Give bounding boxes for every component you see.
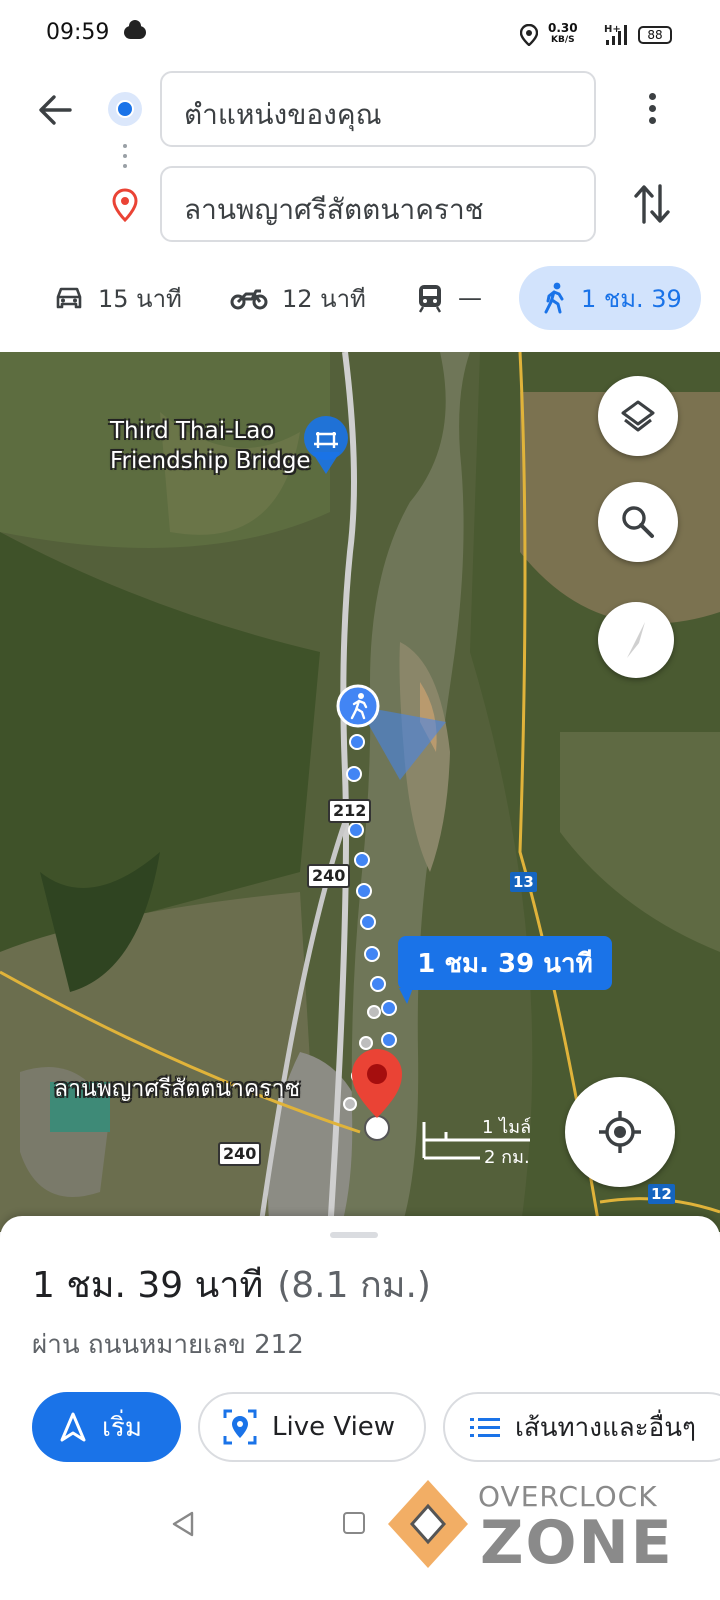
motorcycle-duration: 12 นาที xyxy=(282,284,366,313)
status-time: 09:59 xyxy=(46,20,110,45)
navigation-arrow-icon xyxy=(60,1412,86,1442)
route-duration: 1 ชม. 39 นาที xyxy=(32,1265,264,1306)
road-shield-240-lower: 240 xyxy=(218,1142,262,1166)
walk-duration: 1 ชม. 39 xyxy=(581,284,682,313)
compass-icon xyxy=(627,622,645,658)
tab-car[interactable]: 15 นาที xyxy=(54,266,182,330)
live-view-label: Live View xyxy=(272,1412,396,1442)
my-location-button[interactable] xyxy=(565,1077,675,1187)
highway-shield-13: 13 xyxy=(510,872,537,892)
battery-icon: 88 xyxy=(638,26,672,44)
car-icon xyxy=(56,287,82,309)
scale-miles: 1 ไมล์ xyxy=(482,1117,532,1138)
steps-label: เส้นทางและอื่นๆ xyxy=(515,1412,696,1443)
sheet-drag-handle[interactable] xyxy=(330,1232,378,1238)
nav-home-icon[interactable] xyxy=(343,1512,365,1534)
transit-icon xyxy=(418,285,442,313)
route-distance: (8.1 กม.) xyxy=(277,1265,431,1306)
scale-km: 2 กม. xyxy=(484,1147,530,1168)
layers-icon xyxy=(621,400,655,432)
search-button[interactable] xyxy=(598,482,678,562)
tab-motorcycle[interactable]: 12 นาที xyxy=(230,266,366,330)
cloud-icon xyxy=(124,20,146,39)
route-connector-icon xyxy=(122,144,128,174)
tab-walk[interactable]: 1 ชม. 39 xyxy=(519,266,701,330)
map-scale: 1 ไมล์ 2 กม. xyxy=(420,1112,540,1172)
route-duration-badge[interactable]: 1 ชม. 39 นาที xyxy=(398,936,612,990)
network-speed-value: 0.30 xyxy=(548,21,578,35)
poi-label-line2: Friendship Bridge xyxy=(110,448,311,474)
car-duration: 15 นาที xyxy=(98,284,182,313)
motorcycle-icon xyxy=(230,289,268,310)
back-arrow-icon[interactable] xyxy=(30,90,80,130)
status-bar: 09:59 0.30 KB/S H+ 88 xyxy=(0,0,720,70)
network-speed: 0.30 KB/S xyxy=(548,22,578,46)
compass-button[interactable] xyxy=(598,602,674,678)
watermark-diamond-icon xyxy=(388,1480,468,1568)
watermark-line2: ZONE xyxy=(480,1508,674,1578)
destination-field[interactable]: ลานพญาศรีสัตตนาคราช xyxy=(160,166,596,242)
list-icon xyxy=(470,1418,500,1437)
origin-field[interactable]: ตำแหน่งของคุณ xyxy=(160,71,596,147)
origin-dot-icon xyxy=(108,92,142,126)
location-icon xyxy=(520,24,538,46)
swap-directions-icon[interactable] xyxy=(630,180,674,228)
destination-map-label[interactable]: ลานพญาศรีสัตตนาคราช xyxy=(54,1074,300,1104)
start-navigation-button[interactable]: เริ่ม xyxy=(32,1392,181,1462)
live-view-button[interactable]: Live View xyxy=(198,1392,426,1462)
map-view[interactable]: Third Thai-Lao Friendship Bridge ลานพญาศ… xyxy=(0,352,720,1232)
signal-icon: H+ xyxy=(604,24,627,45)
walk-icon xyxy=(544,282,564,314)
highway-shield-12: 12 xyxy=(648,1184,675,1204)
network-speed-unit: KB/S xyxy=(551,35,575,45)
more-options-icon[interactable] xyxy=(640,90,664,130)
destination-pin-icon xyxy=(112,188,138,222)
road-shield-240: 240 xyxy=(307,864,351,888)
travel-mode-tabs: 15 นาที 12 นาที — 1 ชม. 39 xyxy=(0,266,720,330)
live-view-icon xyxy=(223,1409,257,1445)
tab-transit[interactable]: — xyxy=(416,266,482,330)
my-location-icon xyxy=(599,1111,641,1153)
road-shield-212: 212 xyxy=(328,799,372,823)
route-summary: 1 ชม. 39 นาที (8.1 กม.) xyxy=(32,1256,431,1313)
steps-and-more-button[interactable]: เส้นทางและอื่นๆ xyxy=(443,1392,720,1462)
nav-back-icon[interactable] xyxy=(170,1510,196,1538)
route-via: ผ่าน ถนนหมายเลข 212 xyxy=(32,1330,304,1360)
poi-label[interactable]: Third Thai-Lao Friendship Bridge xyxy=(110,416,311,476)
watermark-logo: OVERCLOCK ZONE xyxy=(380,1476,710,1586)
poi-label-line1: Third Thai-Lao xyxy=(110,418,275,444)
search-icon xyxy=(622,506,654,538)
start-label: เริ่ม xyxy=(102,1412,142,1443)
layers-button[interactable] xyxy=(598,376,678,456)
transit-duration: — xyxy=(458,284,482,312)
